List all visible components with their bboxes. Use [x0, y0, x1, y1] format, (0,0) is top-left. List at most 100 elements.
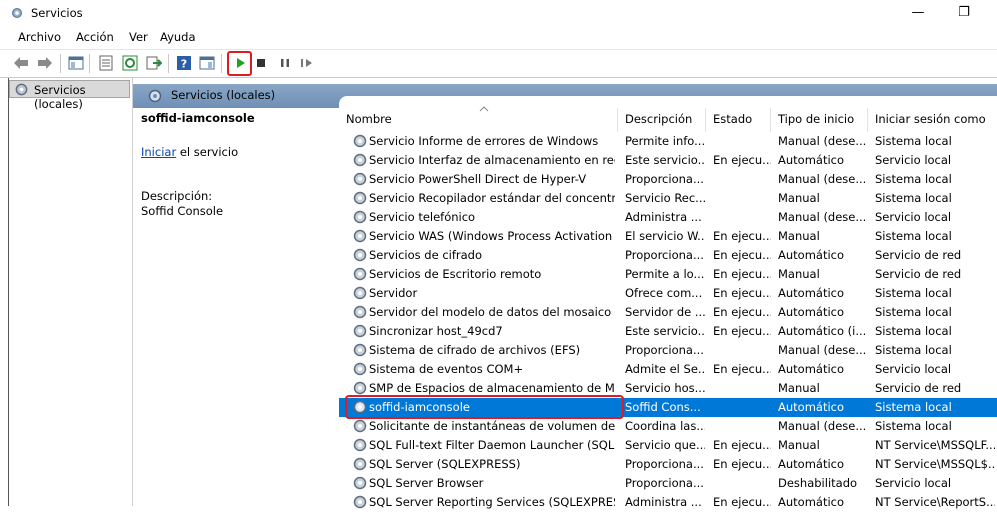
- description-label: Descripción:: [141, 189, 213, 203]
- cell-startup: Automático: [778, 362, 845, 376]
- cell-name: SQL Full-text Filter Daemon Launcher (SQ…: [369, 438, 615, 452]
- cell-name: Servicio WAS (Windows Process Activation…: [369, 229, 615, 243]
- cell-description: Proporciona...: [625, 476, 704, 490]
- toolbar: ?: [0, 49, 997, 78]
- start-service-icon[interactable]: [231, 54, 249, 72]
- table-row[interactable]: SQL Server Browser Proporciona... Deshabil…: [339, 474, 997, 493]
- service-gear-icon: [353, 438, 367, 452]
- table-row[interactable]: Servicio Interfaz de almacenamiento en r…: [339, 151, 997, 170]
- show-tree-icon[interactable]: [67, 54, 85, 72]
- cell-name: Sistema de eventos COM+: [369, 362, 524, 376]
- table-row[interactable]: Servicio telefónico Administra ... Manual …: [339, 208, 997, 227]
- cell-startup: Automático (i...: [778, 324, 867, 338]
- description-value: Soffid Console: [141, 204, 224, 218]
- cell-logon: NT Service\ReportS...: [875, 495, 995, 509]
- resume-service-icon[interactable]: [298, 54, 316, 72]
- column-header-iniciar-sesion[interactable]: Iniciar sesión como: [868, 108, 997, 132]
- minimize-button[interactable]: —: [895, 0, 941, 27]
- stop-service-icon[interactable]: [252, 54, 270, 72]
- menu-ayuda[interactable]: Ayuda: [160, 30, 196, 44]
- start-service-link[interactable]: Iniciar: [141, 145, 176, 159]
- table-row[interactable]: Sistema de eventos COM+ Admite el Se... En…: [339, 360, 997, 379]
- cell-name: Sincronizar host_49cd7: [369, 324, 503, 338]
- service-gear-icon: [353, 210, 367, 224]
- column-header-tipo-inicio[interactable]: Tipo de inicio: [771, 108, 868, 132]
- service-gear-icon: [353, 457, 367, 471]
- cell-description: Proporciona...: [625, 172, 704, 186]
- cell-logon: Servicio local: [875, 362, 952, 376]
- column-header-estado[interactable]: Estado: [706, 108, 771, 132]
- cell-startup: Manual (dese...: [778, 210, 867, 224]
- tree-item-services-local[interactable]: Servicios (locales): [9, 80, 130, 111]
- cell-startup: Automático: [778, 457, 845, 471]
- cell-name: Servicio telefónico: [369, 210, 476, 224]
- table-row[interactable]: Servidor del modelo de datos del mosaico…: [339, 303, 997, 322]
- column-header-label: Estado: [713, 112, 753, 126]
- service-gear-icon: [353, 229, 367, 243]
- services-gear-icon: [148, 89, 162, 103]
- table-row[interactable]: Servicios de Escritorio remoto Permite a …: [339, 265, 997, 284]
- cell-logon: Sistema local: [875, 286, 952, 300]
- console-icon[interactable]: [198, 54, 216, 72]
- svg-text:?: ?: [181, 58, 187, 71]
- table-row[interactable]: SQL Server (SQLEXPRESS) Proporciona... En …: [339, 455, 997, 474]
- table-row[interactable]: Servicio WAS (Windows Process Activation…: [339, 227, 997, 246]
- help-icon[interactable]: ?: [175, 54, 193, 72]
- table-row[interactable]: Sincronizar host_49cd7 Este servicio... En…: [339, 322, 997, 341]
- cell-startup: Deshabilitado: [778, 476, 858, 490]
- cell-startup: Manual: [778, 381, 820, 395]
- back-icon[interactable]: [12, 54, 30, 72]
- sort-ascending-icon: [479, 106, 489, 112]
- menu-accion[interactable]: Acción: [76, 30, 114, 44]
- cell-name: Servicio Recopilador estándar del concen…: [369, 191, 615, 205]
- forward-icon[interactable]: [36, 54, 54, 72]
- table-row[interactable]: SQL Server Reporting Services (SQLEXPRES…: [339, 493, 997, 512]
- cell-description: Permite info...: [625, 134, 705, 148]
- column-header-nombre[interactable]: Nombre: [339, 106, 618, 132]
- table-row[interactable]: Servidor Ofrece com... En ejecu... Automáti…: [339, 284, 997, 303]
- menu-archivo[interactable]: Archivo: [18, 30, 61, 44]
- table-row[interactable]: Servicios de cifrado Proporciona... En eje…: [339, 246, 997, 265]
- table-row[interactable]: Solicitante de instantáneas de volumen d…: [339, 417, 997, 436]
- cell-description: Este servicio...: [625, 324, 705, 338]
- service-gear-icon: [353, 248, 367, 262]
- cell-description: Soffid Cons...: [625, 400, 701, 414]
- restore-button[interactable]: ❐: [941, 0, 987, 27]
- table-row[interactable]: Servicio PowerShell Direct de Hyper-V Pro…: [339, 170, 997, 189]
- services-table: Nombre Descripción Estado Tipo de inicio…: [339, 106, 997, 509]
- table-row[interactable]: Sistema de cifrado de archivos (EFS) Prop…: [339, 341, 997, 360]
- cell-description: Admite el Se...: [625, 362, 705, 376]
- cell-startup: Manual (dese...: [778, 172, 867, 186]
- selected-service-name: soffid-iamconsole: [141, 111, 255, 125]
- properties-icon[interactable]: [97, 54, 115, 72]
- tree-item-label: Servicios (locales): [34, 83, 86, 111]
- menu-ver[interactable]: Ver: [129, 30, 148, 44]
- cell-description: Servicio hos...: [625, 381, 705, 395]
- service-gear-icon: [353, 286, 367, 300]
- cell-description: Este servicio...: [625, 153, 705, 167]
- cell-logon: Servicio de red: [875, 248, 962, 262]
- cell-description: El servicio W...: [625, 229, 705, 243]
- cell-description: Administra ...: [625, 210, 702, 224]
- table-row[interactable]: Servicio Recopilador estándar del concen…: [339, 189, 997, 208]
- service-gear-icon: [353, 419, 367, 433]
- export-icon[interactable]: [145, 54, 163, 72]
- cell-logon: Servicio de red: [875, 267, 962, 281]
- table-row[interactable]: Servicio Informe de errores de Windows Pe…: [339, 132, 997, 151]
- cell-startup: Automático: [778, 286, 845, 300]
- cell-logon: Sistema local: [875, 229, 952, 243]
- title-bar: Servicios — ❐: [0, 0, 997, 27]
- cell-name: Sistema de cifrado de archivos (EFS): [369, 343, 581, 357]
- column-header-descripcion[interactable]: Descripción: [618, 108, 706, 132]
- cell-status: En ejecu...: [713, 286, 771, 300]
- cell-logon: NT Service\MSSQL$...: [875, 457, 995, 471]
- cell-status: En ejecu...: [713, 305, 771, 319]
- cell-name: Servidor del modelo de datos del mosaico: [369, 305, 612, 319]
- cell-description: Servidor de ...: [625, 305, 705, 319]
- table-row[interactable]: SQL Full-text Filter Daemon Launcher (SQ…: [339, 436, 997, 455]
- cell-logon: Sistema local: [875, 343, 952, 357]
- cell-startup: Manual: [778, 191, 820, 205]
- refresh-icon[interactable]: [121, 54, 139, 72]
- cell-name: Servicios de Escritorio remoto: [369, 267, 542, 281]
- pause-service-icon[interactable]: [276, 54, 294, 72]
